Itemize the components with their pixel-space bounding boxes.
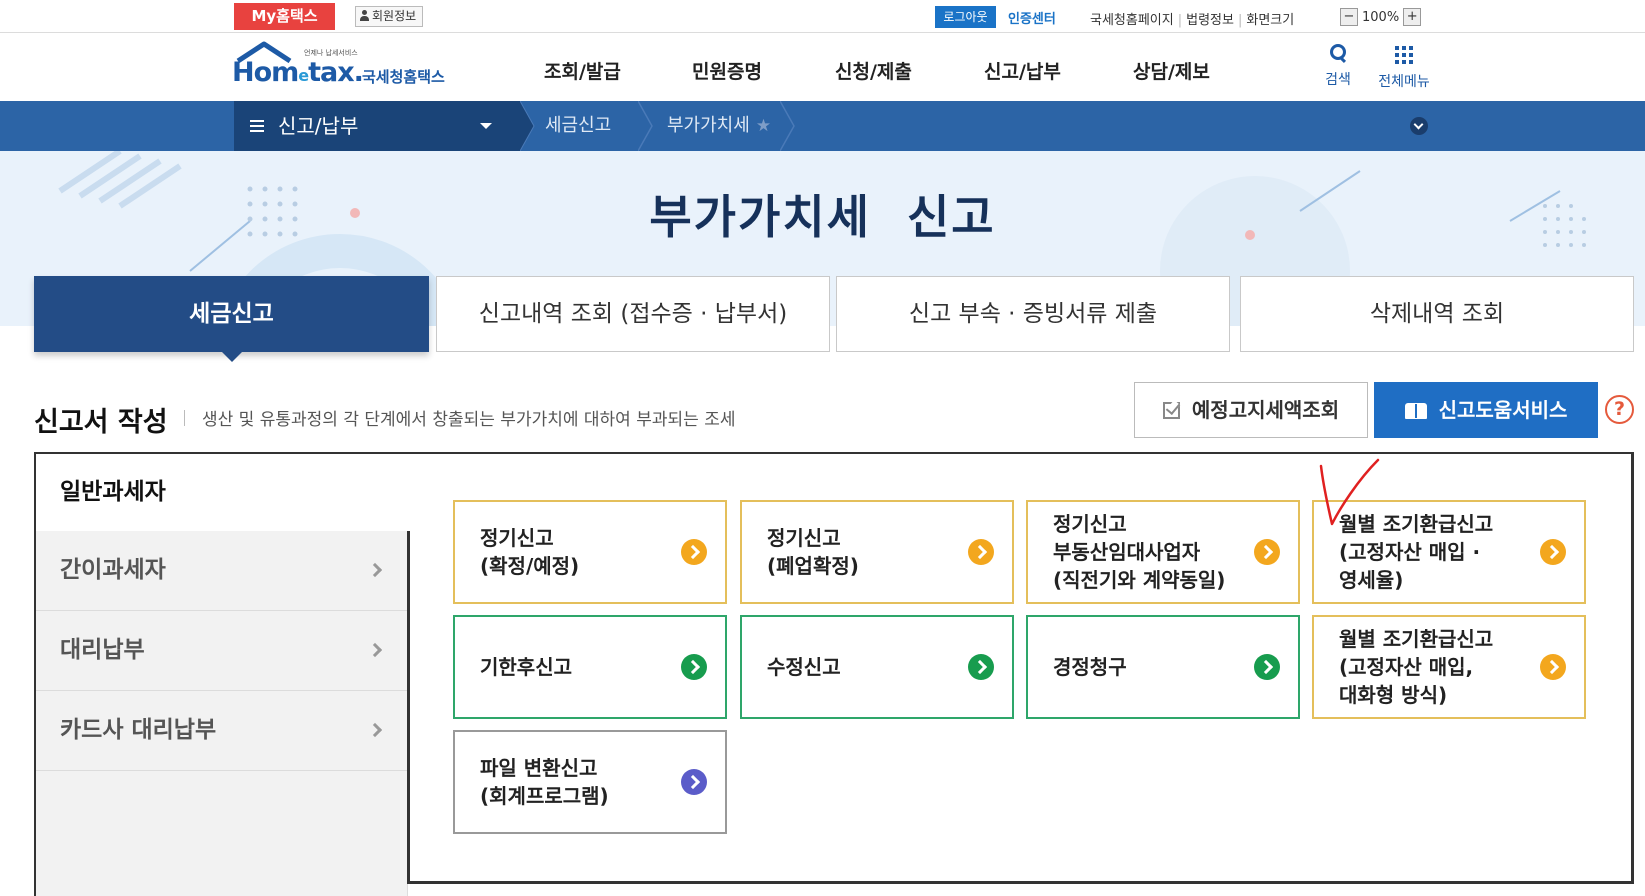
nav-inquiry[interactable]: 조회/발급 <box>544 57 621 84</box>
arrow-right-icon <box>681 769 707 795</box>
logo-korean-name: 국세청홈택스 <box>362 68 445 86</box>
nav-certificates[interactable]: 민원증명 <box>692 57 762 84</box>
breadcrumb-vat-label: 부가가치세 <box>667 115 750 136</box>
breadcrumb-tax-report[interactable]: 세금신고 <box>545 101 611 151</box>
arrow-right-icon <box>1254 654 1280 680</box>
breadcrumb-vat[interactable]: 부가가치세 ★ <box>667 101 771 151</box>
tab-tax-report[interactable]: 세금신고 <box>34 276 429 362</box>
tab-supporting-docs[interactable]: 신고 부속 · 증빙서류 제출 <box>836 276 1230 352</box>
card-regular-report[interactable]: 정기신고 (확정/예정) <box>453 500 727 604</box>
arrow-right-icon <box>681 654 707 680</box>
nts-homepage-link[interactable]: 국세청홈페이지 <box>1090 13 1174 28</box>
card-monthly-early-refund-interactive[interactable]: 월별 조기환급신고 (고정자산 매입, 대화형 방식) <box>1312 615 1586 719</box>
all-menu-button[interactable]: 전체메뉴 <box>1374 43 1434 91</box>
arrow-right-icon <box>968 654 994 680</box>
card-regular-report-real-estate[interactable]: 정기신고 부동산임대사업자 (직전기와 계약동일) <box>1026 500 1300 604</box>
card-label: 경정청구 <box>1053 655 1127 679</box>
nav-consult[interactable]: 상담/제보 <box>1133 57 1210 84</box>
tab-report-history[interactable]: 신고내역 조회 (접수증 · 납부서) <box>436 276 830 352</box>
caret-down-icon <box>480 123 492 129</box>
section-divider <box>184 410 185 426</box>
zoom-out-button[interactable]: − <box>1340 8 1358 26</box>
card-label: 수정신고 <box>767 655 841 679</box>
screen-size-label: 화면크기 <box>1246 13 1295 28</box>
arrow-right-icon <box>1540 539 1566 565</box>
search-icon <box>1328 43 1348 63</box>
sidebar-item-label: 대리납부 <box>60 637 145 663</box>
card-correction-claim[interactable]: 경정청구 <box>1026 615 1300 719</box>
report-form-box-right-border <box>1631 452 1634 884</box>
card-label: 정기신고 부동산임대사업자 (직전기와 계약동일) <box>1053 512 1226 592</box>
card-label: 파일 변환신고 (회계프로그램) <box>480 756 609 808</box>
arrow-right-icon <box>681 539 707 565</box>
arrow-right-icon <box>1540 654 1566 680</box>
expand-circle-icon[interactable] <box>1410 117 1428 135</box>
all-menu-label: 전체메뉴 <box>1378 74 1430 90</box>
book-icon <box>1404 403 1427 419</box>
breadcrumb-current: 신고/납부 <box>278 114 359 138</box>
breadcrumb-separator-icon <box>520 101 535 151</box>
zoom-value: 100% <box>1362 9 1400 25</box>
hamburger-icon <box>250 120 264 132</box>
sidebar-item-general-taxpayer[interactable]: 일반과세자 <box>36 454 410 531</box>
sidebar-item-label: 카드사 대리납부 <box>60 717 217 743</box>
law-info-link[interactable]: 법령정보 <box>1186 13 1234 28</box>
arrow-right-icon <box>1254 539 1280 565</box>
card-amended-report[interactable]: 수정신고 <box>740 615 1014 719</box>
cert-center-link[interactable]: 인증센터 <box>1008 8 1056 27</box>
chevron-right-icon <box>367 642 383 658</box>
utility-bar: My홈택스 회원정보 로그아웃 인증센터 국세청홈페이지 | 법령정보 | 화면크기 −… <box>0 0 1645 33</box>
utility-links: 국세청홈페이지 | 법령정보 | 화면크기 <box>1090 13 1295 28</box>
chevron-right-icon <box>367 562 383 578</box>
logo-wordmark: Hometax. <box>232 57 364 88</box>
section-title: 신고서 작성 <box>34 407 168 438</box>
checkbox-icon <box>1162 402 1180 419</box>
card-label: 정기신고 (폐업확정) <box>767 526 859 578</box>
person-icon <box>360 10 369 21</box>
preset-tax-inquiry-button[interactable]: 예정고지세액조회 <box>1134 382 1368 438</box>
report-help-service-button[interactable]: 신고도움서비스 <box>1374 382 1598 438</box>
star-favorite-icon[interactable]: ★ <box>756 116 771 136</box>
card-label: 정기신고 (확정/예정) <box>480 526 580 578</box>
card-file-conversion-report[interactable]: 파일 변환신고 (회계프로그램) <box>453 730 727 834</box>
page-title: 부가가치세 신고 <box>649 190 996 244</box>
report-help-service-label: 신고도움서비스 <box>1438 398 1568 422</box>
breadcrumb-separator-icon <box>638 101 653 151</box>
tab-deleted-history[interactable]: 삭제내역 조회 <box>1240 276 1634 352</box>
main-header: 언제나 납세서비스 Hometax. 국세청홈택스 조회/발급 민원증명 신청/… <box>0 33 1645 101</box>
arrow-right-icon <box>968 539 994 565</box>
search-label: 검색 <box>1325 72 1351 88</box>
member-info-button[interactable]: 회원정보 <box>355 6 424 27</box>
sidebar-item-simplified-taxpayer[interactable]: 간이과세자 <box>36 531 408 611</box>
hometax-logo[interactable]: 언제나 납세서비스 Hometax. 국세청홈택스 <box>232 41 462 93</box>
zoom-control: − 100% + <box>1340 6 1422 28</box>
breadcrumb-menu-dropdown[interactable]: 신고/납부 <box>234 101 520 151</box>
logout-button[interactable]: 로그아웃 <box>935 6 996 28</box>
sidebar-item-proxy-payment[interactable]: 대리납부 <box>36 611 408 691</box>
member-info-label: 회원정보 <box>372 9 417 23</box>
section-description: 생산 및 유통과정의 각 단계에서 창출되는 부가가치에 대하여 부과되는 조세 <box>202 410 736 430</box>
grid-menu-icon <box>1395 46 1413 64</box>
card-label: 기한후신고 <box>480 655 572 679</box>
card-late-report[interactable]: 기한후신고 <box>453 615 727 719</box>
preset-tax-inquiry-label: 예정고지세액조회 <box>1191 398 1340 422</box>
nav-report-pay[interactable]: 신고/납부 <box>984 57 1061 84</box>
chevron-right-icon <box>367 722 383 738</box>
nav-apply-submit[interactable]: 신청/제출 <box>835 57 912 84</box>
card-label: 월별 조기환급신고 (고정자산 매입, 대화형 방식) <box>1339 627 1494 707</box>
red-checkmark-annotation <box>1319 458 1380 526</box>
search-button[interactable]: 검색 <box>1318 43 1358 89</box>
breadcrumb-separator-icon <box>780 101 795 151</box>
sidebar-item-card-proxy-payment[interactable]: 카드사 대리납부 <box>36 691 408 771</box>
help-question-icon[interactable]: ? <box>1605 395 1634 424</box>
my-hometax-button[interactable]: My홈택스 <box>234 3 335 30</box>
taxpayer-type-sidebar: 간이과세자 대리납부 카드사 대리납부 <box>36 531 408 896</box>
breadcrumb-bar: 신고/납부 세금신고 부가가치세 ★ <box>0 101 1645 151</box>
sidebar-item-label: 간이과세자 <box>60 557 166 583</box>
card-regular-report-closure[interactable]: 정기신고 (폐업확정) <box>740 500 1014 604</box>
zoom-in-button[interactable]: + <box>1403 8 1422 26</box>
